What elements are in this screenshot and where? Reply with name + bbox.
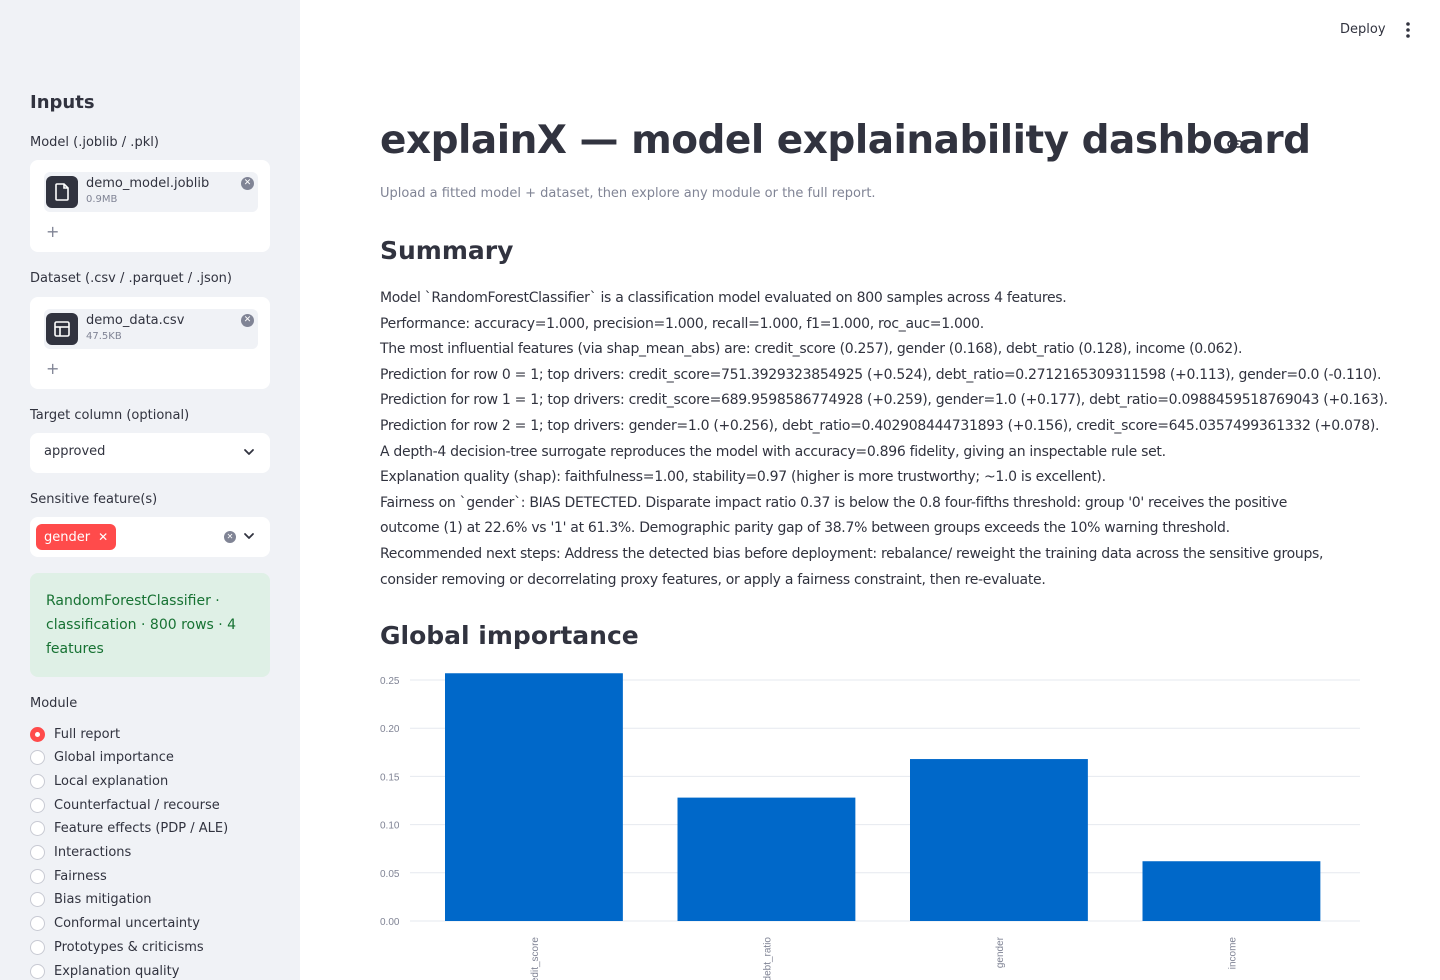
bar xyxy=(910,759,1088,921)
summary-line: Performance: accuracy=1.000, precision=1… xyxy=(380,315,984,332)
radio-button[interactable] xyxy=(30,892,45,908)
sensitive-feature-tag[interactable]: gender ✕ xyxy=(36,524,117,550)
page-caption: Upload a fitted model + dataset, then ex… xyxy=(380,186,876,201)
bar xyxy=(677,797,856,921)
x-tick-label: credit_score xyxy=(530,937,541,980)
radio-button[interactable] xyxy=(30,773,45,789)
page-title: explainX — model explainability dashboar… xyxy=(380,118,1311,163)
y-tick-label: 0.25 xyxy=(380,676,400,687)
bar xyxy=(445,673,623,921)
global-importance-heading: Global importance xyxy=(380,621,639,650)
x-tick-label: gender xyxy=(995,936,1006,968)
chevron-down-icon xyxy=(244,449,254,455)
module-option[interactable]: Conformal uncertainty xyxy=(30,914,200,934)
summary-line: Model `RandomForestClassifier` is a clas… xyxy=(380,290,1067,306)
model-info-box: RandomForestClassifier · classification … xyxy=(30,573,270,677)
sidebar: Inputs Model (.joblib / .pkl) demo_model… xyxy=(0,0,300,980)
model-upload-label: Model (.joblib / .pkl) xyxy=(30,135,159,150)
remove-model-file-icon[interactable]: ✕ xyxy=(241,177,254,190)
radio-button[interactable] xyxy=(30,939,45,955)
summary-line: Prediction for row 2 = 1; top drivers: g… xyxy=(380,417,1380,434)
radio-button[interactable] xyxy=(30,726,45,742)
module-option-label: Bias mitigation xyxy=(54,892,152,908)
model-file-size: 0.9MB xyxy=(86,194,118,205)
dataset-file-size: 47.5KB xyxy=(86,331,122,342)
model-file-name: demo_model.joblib xyxy=(86,176,210,191)
module-option[interactable]: Interactions xyxy=(30,843,131,863)
sensitive-feature-tag-label: gender xyxy=(44,530,91,545)
link-icon[interactable] xyxy=(1226,135,1244,153)
module-option-label: Local explanation xyxy=(54,773,169,789)
module-option-label: Fairness xyxy=(54,868,107,884)
radio-button[interactable] xyxy=(30,821,45,837)
summary-line: consider removing or decorrelating proxy… xyxy=(380,571,1046,588)
y-tick-label: 0.00 xyxy=(380,917,400,928)
target-column-label: Target column (optional) xyxy=(30,408,190,423)
model-uploader[interactable]: demo_model.joblib 0.9MB ✕ + xyxy=(30,160,270,252)
module-option[interactable]: Full report xyxy=(30,724,120,744)
deploy-button[interactable]: Deploy xyxy=(1330,20,1396,40)
module-option[interactable]: Prototypes & criticisms xyxy=(30,937,204,957)
x-tick-label: debt_ratio xyxy=(762,937,773,980)
target-column-select[interactable]: approved xyxy=(30,433,270,473)
remove-tag-icon[interactable]: ✕ xyxy=(98,530,108,544)
sensitive-features-label: Sensitive feature(s) xyxy=(30,492,158,507)
module-label: Module xyxy=(30,696,78,711)
y-tick-label: 0.20 xyxy=(380,724,400,735)
module-option[interactable]: Explanation quality xyxy=(30,961,179,980)
radio-button[interactable] xyxy=(30,916,45,932)
global-importance-chart: 0.00 0.05 0.10 0.15 0.20 0.25 credit_score debt… xyxy=(380,673,1360,980)
summary-line: Recommended next steps: Address the dete… xyxy=(380,545,1324,562)
module-option-label: Explanation quality xyxy=(54,963,180,979)
summary-line: A depth-4 decision-tree surrogate reprod… xyxy=(380,443,1166,460)
module-option[interactable]: Fairness xyxy=(30,866,107,886)
clear-all-icon[interactable]: ✕ xyxy=(224,531,236,543)
radio-button[interactable] xyxy=(30,963,45,979)
table-icon xyxy=(46,313,78,345)
dataset-file-chip: demo_data.csv 47.5KB ✕ xyxy=(44,309,258,349)
add-model-file-icon[interactable]: + xyxy=(46,222,59,241)
file-icon xyxy=(46,176,78,208)
summary-line: outcome (1) at 22.6% vs '1' at 61.3%. De… xyxy=(380,520,1230,537)
module-option[interactable]: Global importance xyxy=(30,748,174,768)
module-option[interactable]: Bias mitigation xyxy=(30,890,152,910)
y-tick-label: 0.10 xyxy=(380,821,400,832)
module-option-label: Full report xyxy=(54,726,121,742)
summary-line: Fairness on `gender`: BIAS DETECTED. Dis… xyxy=(380,494,1288,511)
y-tick-label: 0.05 xyxy=(380,869,400,880)
y-tick-label: 0.15 xyxy=(380,772,400,783)
add-dataset-file-icon[interactable]: + xyxy=(46,359,59,378)
radio-button[interactable] xyxy=(30,750,45,766)
module-option[interactable]: Counterfactual / recourse xyxy=(30,795,220,815)
radio-button[interactable] xyxy=(30,797,45,813)
model-file-chip: demo_model.joblib 0.9MB ✕ xyxy=(44,172,258,212)
radio-button[interactable] xyxy=(30,868,45,884)
more-options-icon[interactable] xyxy=(1402,21,1414,39)
radio-button[interactable] xyxy=(30,845,45,860)
target-column-value: approved xyxy=(44,444,106,459)
summary-line: Prediction for row 0 = 1; top drivers: c… xyxy=(380,366,1382,383)
summary-line: Explanation quality (shap): faithfulness… xyxy=(380,469,1106,486)
bar xyxy=(1142,861,1321,921)
dataset-file-name: demo_data.csv xyxy=(86,313,185,328)
module-option-label: Conformal uncertainty xyxy=(54,916,200,932)
summary-heading: Summary xyxy=(380,236,514,265)
summary-line: The most influential features (via shap_… xyxy=(380,341,1243,358)
module-option-label: Interactions xyxy=(54,845,132,860)
x-tick-label: income xyxy=(1227,937,1238,970)
chevron-down-icon xyxy=(244,533,254,539)
dataset-upload-label: Dataset (.csv / .parquet / .json) xyxy=(30,271,232,286)
module-option-label: Global importance xyxy=(54,750,174,766)
sensitive-features-multiselect[interactable]: gender ✕ ✕ xyxy=(30,517,270,557)
remove-dataset-file-icon[interactable]: ✕ xyxy=(241,314,254,327)
summary-line: Prediction for row 1 = 1; top drivers: c… xyxy=(380,392,1388,409)
sidebar-title: Inputs xyxy=(30,92,95,113)
summary-text: Model `RandomForestClassifier` is a clas… xyxy=(380,286,1388,593)
module-option-label: Counterfactual / recourse xyxy=(54,797,220,813)
module-option[interactable]: Local explanation xyxy=(30,771,168,791)
module-option-label: Prototypes & criticisms xyxy=(54,939,204,955)
module-option[interactable]: Feature effects (PDP / ALE) xyxy=(30,819,228,839)
module-option-label: Feature effects (PDP / ALE) xyxy=(54,821,229,837)
dataset-uploader[interactable]: demo_data.csv 47.5KB ✕ + xyxy=(30,297,270,389)
